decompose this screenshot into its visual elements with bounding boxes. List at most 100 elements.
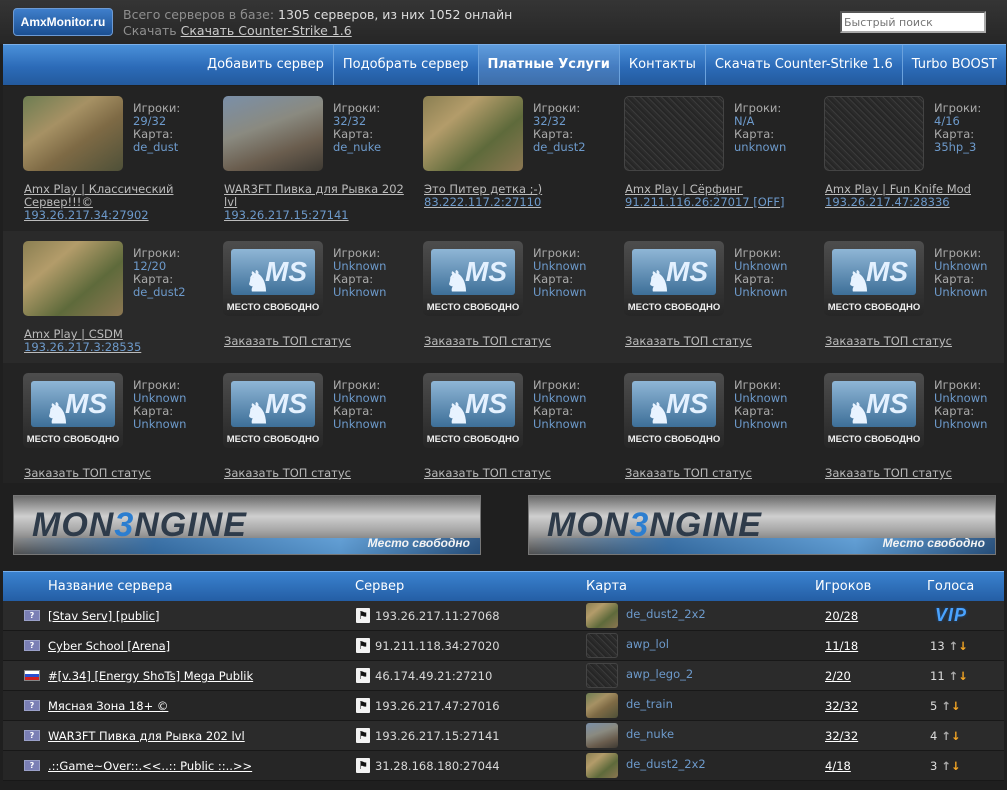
map-value: Unknown bbox=[934, 417, 988, 431]
map-thumbnail[interactable] bbox=[423, 96, 523, 171]
server-card: MS ♞ МЕСТО СВОБОДНО Игроки: Unknown Карта: Unk… bbox=[824, 241, 1007, 369]
vote-up-icon[interactable]: ↑ bbox=[937, 729, 951, 743]
free-slot-thumbnail[interactable]: MS ♞ МЕСТО СВОБОДНО bbox=[223, 241, 323, 316]
server-name-link[interactable]: WAR3FT Пивка для Рывка 202 lvl 193.26.217… bbox=[224, 183, 419, 222]
order-top-link[interactable]: Заказать ТОП статус bbox=[224, 334, 351, 348]
order-top-link[interactable]: Заказать ТОП статус bbox=[424, 334, 551, 348]
free-slot-thumbnail[interactable]: MS ♞ МЕСТО СВОБОДНО bbox=[624, 373, 724, 448]
players-count[interactable]: 32/32 bbox=[825, 729, 858, 743]
server-address[interactable]: 46.174.49.21:27210 bbox=[375, 669, 492, 683]
free-slot-label: МЕСТО СВОБОДНО bbox=[827, 434, 921, 445]
cs-game-icon: ⚑ bbox=[356, 668, 370, 683]
server-name-link[interactable]: WAR3FT Пивка для Рывка 202 lvl bbox=[48, 729, 245, 743]
map-name[interactable]: de_nuke bbox=[626, 727, 674, 741]
map-name[interactable]: de_dust2_2x2 bbox=[626, 757, 706, 771]
server-address[interactable]: 193.26.217.15:27141 bbox=[375, 729, 500, 743]
free-slot-thumbnail[interactable]: MS ♞ МЕСТО СВОБОДНО bbox=[624, 241, 724, 316]
main-nav: Добавить сервер Подобрать сервер Платные… bbox=[3, 44, 1006, 85]
server-name-link[interactable]: Amx Play | Сёрфинг 91.211.116.26:27017 [O… bbox=[625, 183, 820, 209]
vote-down-icon[interactable]: ↓ bbox=[951, 729, 961, 743]
free-slot-label: МЕСТО СВОБОДНО bbox=[827, 302, 921, 313]
server-name-link[interactable]: Amx Play | CSDM 193.26.217.3:28535 bbox=[24, 328, 219, 354]
map-thumbnail[interactable] bbox=[23, 96, 123, 171]
col-map[interactable]: Карта bbox=[586, 579, 627, 594]
map-value: de_dust2 bbox=[533, 140, 586, 154]
ad-banner-right[interactable]: MON3NGINE Место свободно bbox=[528, 495, 996, 555]
vote-up-icon[interactable]: ↑ bbox=[945, 669, 959, 683]
vote-up-icon[interactable]: ↑ bbox=[937, 759, 951, 773]
col-players[interactable]: Игроков bbox=[815, 579, 871, 594]
vote-down-icon[interactable]: ↓ bbox=[958, 639, 968, 653]
nav-contacts[interactable]: Контакты bbox=[618, 45, 705, 85]
map-thumbnail bbox=[586, 753, 618, 778]
nav-paid-services[interactable]: Платные Услуги bbox=[477, 45, 619, 85]
vote-up-icon[interactable]: ↑ bbox=[945, 639, 959, 653]
players-count[interactable]: 11/18 bbox=[825, 639, 858, 653]
server-name-link[interactable]: Мясная Зона 18+ © bbox=[48, 699, 168, 713]
ad-banner-left[interactable]: MON3NGINE Место свободно bbox=[13, 495, 481, 555]
soldier-icon: ♞ bbox=[846, 266, 872, 297]
server-card: MS ♞ МЕСТО СВОБОДНО Игроки: Unknown Карта: Unk… bbox=[824, 373, 1007, 501]
server-name-link[interactable]: Amx Play | Fun Knife Mod 193.26.217.47:28… bbox=[825, 183, 1007, 209]
server-address[interactable]: 31.28.168.180:27044 bbox=[375, 759, 500, 773]
server-name-link[interactable]: [Stav Serv] [public] bbox=[48, 609, 159, 623]
order-top-link[interactable]: Заказать ТОП статус bbox=[424, 466, 551, 480]
server-address[interactable]: 91.211.118.34:27020 bbox=[375, 639, 500, 653]
players-count[interactable]: 20/28 bbox=[825, 609, 858, 623]
players-count[interactable]: 32/32 bbox=[825, 699, 858, 713]
col-server[interactable]: Сервер bbox=[355, 579, 404, 594]
free-slot-thumbnail[interactable]: MS ♞ МЕСТО СВОБОДНО bbox=[824, 241, 924, 316]
server-name-link[interactable]: Cyber School [Arena] bbox=[48, 639, 170, 653]
players-count[interactable]: 2/20 bbox=[825, 669, 851, 683]
nav-turbo-boost[interactable]: Turbo BOOST bbox=[901, 45, 1006, 85]
site-logo[interactable]: AmxMonitor.ru bbox=[13, 8, 113, 36]
server-name-link[interactable]: Amx Play | Классический Сервер!!!© 193.26… bbox=[24, 183, 219, 222]
server-info: Игроки: 32/32 Карта: de_dust2 bbox=[533, 102, 586, 154]
map-name[interactable]: de_train bbox=[626, 697, 673, 711]
free-slot-thumbnail[interactable]: MS ♞ МЕСТО СВОБОДНО bbox=[824, 373, 924, 448]
map-thumbnail[interactable] bbox=[824, 96, 924, 171]
free-slot-label: МЕСТО СВОБОДНО bbox=[426, 434, 520, 445]
server-address: 91.211.116.26:27017 [OFF] bbox=[625, 195, 785, 209]
map-thumbnail[interactable] bbox=[624, 96, 724, 171]
free-slot-label: МЕСТО СВОБОДНО bbox=[226, 302, 320, 313]
server-name-link[interactable]: #[v.34] [Energy ShoTs] Mega Publik bbox=[48, 669, 253, 683]
vote-down-icon[interactable]: ↓ bbox=[958, 669, 968, 683]
free-slot-thumbnail[interactable]: MS ♞ МЕСТО СВОБОДНО bbox=[23, 373, 123, 448]
order-top-link[interactable]: Заказать ТОП статус bbox=[825, 334, 952, 348]
nav-add-server[interactable]: Добавить сервер bbox=[198, 45, 333, 85]
table-row: ? Мясная Зона 18+ © ⚑ 193.26.217.47:27016 de… bbox=[3, 691, 1004, 721]
order-top-link[interactable]: Заказать ТОП статус bbox=[224, 466, 351, 480]
vote-down-icon[interactable]: ↓ bbox=[951, 699, 961, 713]
nav-download-cs[interactable]: Скачать Counter-Strike 1.6 bbox=[704, 45, 902, 85]
server-name-link[interactable]: Это Питер детка ;-) 83.222.117.2:27110 bbox=[424, 183, 619, 209]
vote-down-icon[interactable]: ↓ bbox=[951, 759, 961, 773]
server-address[interactable]: 193.26.217.11:27068 bbox=[375, 609, 500, 623]
server-name-link[interactable]: .::Game~Over::.<<..:: Public ::..>> bbox=[48, 759, 252, 773]
order-top-link[interactable]: Заказать ТОП статус bbox=[24, 466, 151, 480]
players-count[interactable]: 4/18 bbox=[825, 759, 851, 773]
server-card: Игроки: 32/32 Карта: de_dust2 Это Питер детк… bbox=[423, 96, 619, 224]
cs-game-icon: ⚑ bbox=[356, 728, 370, 743]
download-cs-link[interactable]: Скачать Counter-Strike 1.6 bbox=[181, 23, 352, 38]
col-votes[interactable]: Голоса bbox=[927, 579, 974, 594]
free-slot-thumbnail[interactable]: MS ♞ МЕСТО СВОБОДНО bbox=[423, 373, 523, 448]
map-name[interactable]: awp_lego_2 bbox=[626, 667, 693, 681]
map-thumbnail[interactable] bbox=[223, 96, 323, 171]
order-top-link[interactable]: Заказать ТОП статус bbox=[625, 466, 752, 480]
order-top-link[interactable]: Заказать ТОП статус bbox=[825, 466, 952, 480]
nav-find-server[interactable]: Подобрать сервер bbox=[332, 45, 478, 85]
vote-up-icon[interactable]: ↑ bbox=[937, 699, 951, 713]
server-address[interactable]: 193.26.217.47:27016 bbox=[375, 699, 500, 713]
quick-search-input[interactable] bbox=[840, 11, 986, 33]
map-name[interactable]: de_dust2_2x2 bbox=[626, 607, 706, 621]
map-name[interactable]: awp_lol bbox=[626, 637, 669, 651]
free-slot-thumbnail[interactable]: MS ♞ МЕСТО СВОБОДНО bbox=[423, 241, 523, 316]
col-name[interactable]: Название сервера bbox=[48, 579, 173, 594]
ms-logo-icon: MS ♞ bbox=[431, 381, 515, 429]
stats-value: 1305 серверов, из них 1052 онлайн bbox=[278, 7, 513, 22]
map-thumbnail[interactable] bbox=[23, 241, 123, 316]
free-slot-thumbnail[interactable]: MS ♞ МЕСТО СВОБОДНО bbox=[223, 373, 323, 448]
votes-count: 11 bbox=[930, 669, 945, 683]
order-top-link[interactable]: Заказать ТОП статус bbox=[625, 334, 752, 348]
